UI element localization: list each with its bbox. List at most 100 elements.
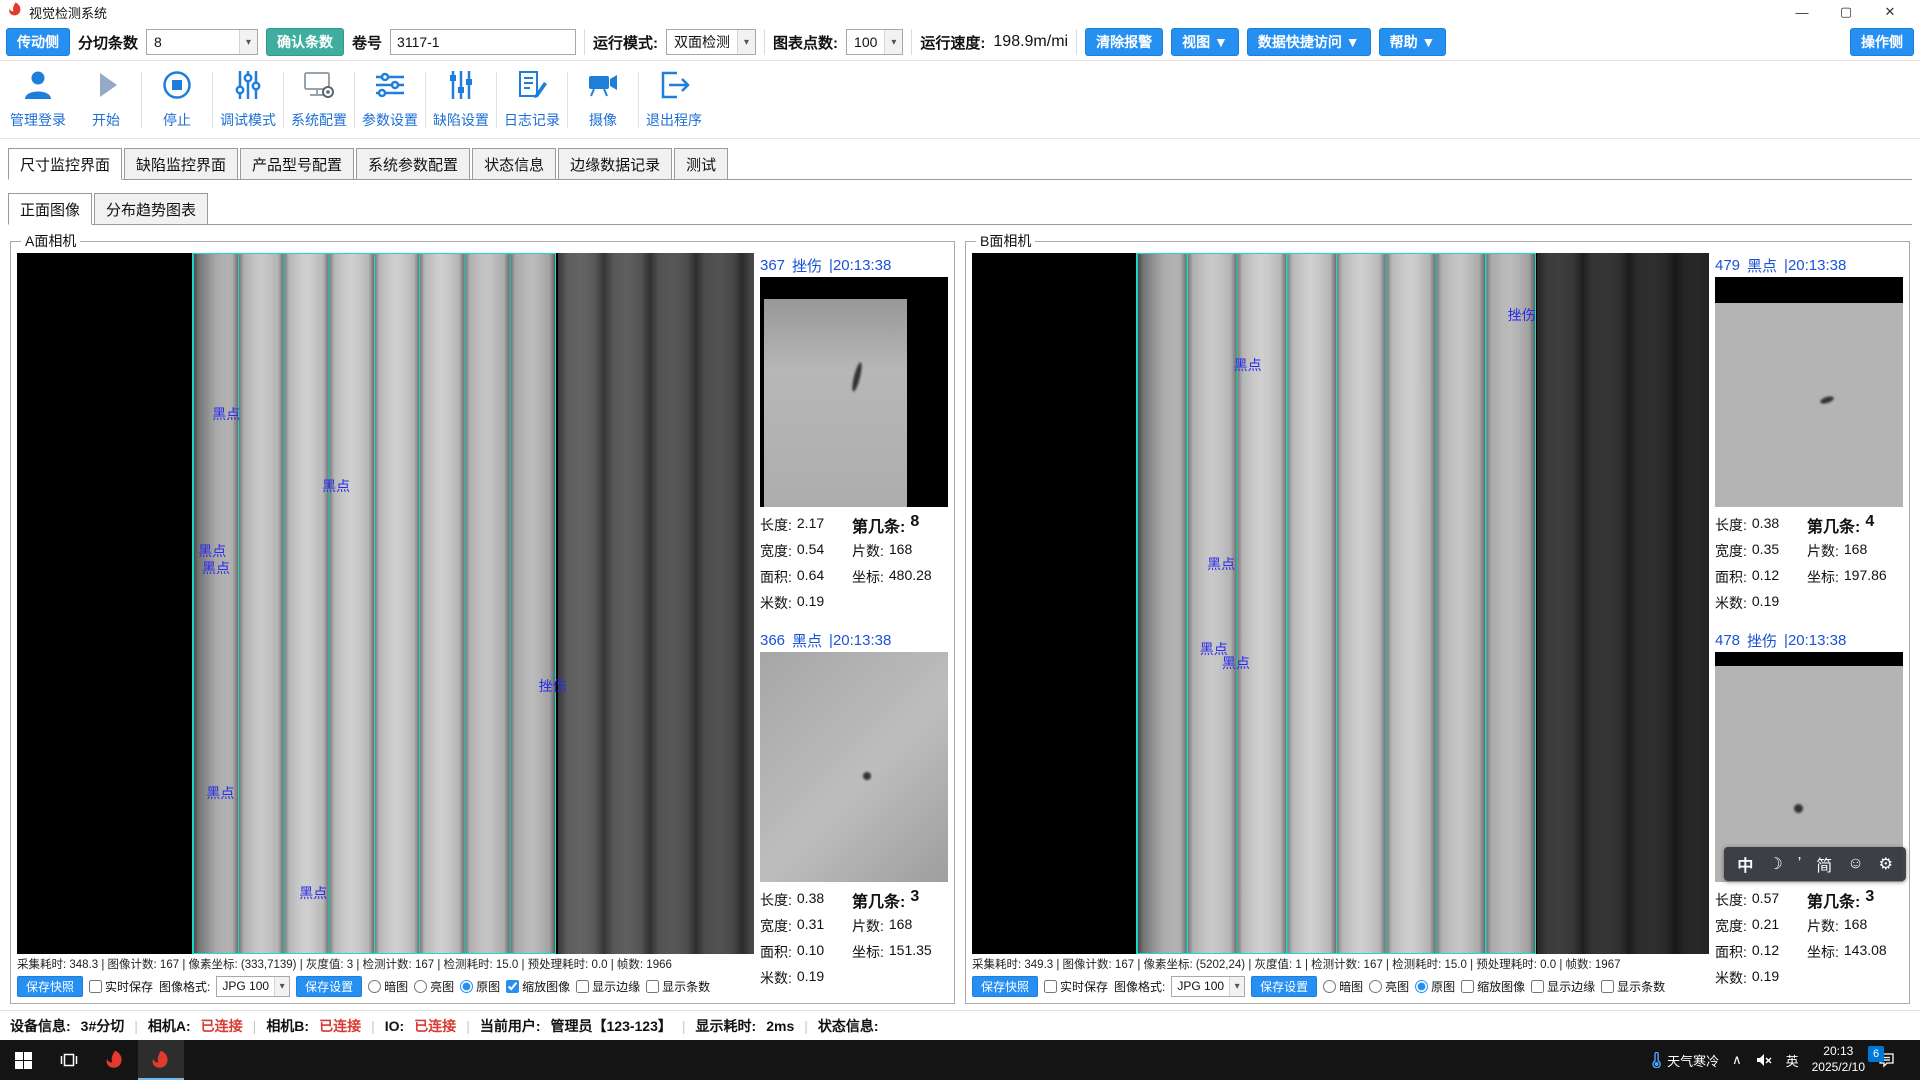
taskbar-app-icon[interactable] bbox=[92, 1040, 138, 1080]
operate-side-button[interactable]: 操作侧 bbox=[1850, 28, 1914, 56]
params-settings-button[interactable]: 参数设置 bbox=[356, 64, 424, 136]
bright-image-radio[interactable]: 亮图 bbox=[414, 978, 454, 995]
show-edge-checkbox[interactable]: 显示边缘 bbox=[576, 978, 640, 995]
ime-simplified-toggle[interactable]: 简 bbox=[1816, 852, 1832, 876]
dark-image-radio[interactable]: 暗图 bbox=[368, 978, 408, 995]
realtime-save-checkbox[interactable]: 实时保存 bbox=[89, 978, 153, 995]
action-center-button[interactable]: 6 bbox=[1878, 1052, 1895, 1068]
defect-card-column-a: 367 挫伤 |20:13:38 长度:2.17 第几条:8 bbox=[760, 253, 948, 999]
save-settings-button[interactable]: 保存设置 bbox=[1251, 976, 1317, 997]
meters-label: 米数: bbox=[760, 968, 792, 988]
ime-night-mode-moon-icon[interactable]: ☽ bbox=[1768, 854, 1782, 874]
run-mode-label: 运行模式: bbox=[593, 32, 658, 53]
ime-toolbar: 中 ☽ ’ 简 ☺ ⚙ bbox=[1724, 847, 1906, 881]
clear-alarm-button[interactable]: 清除报警 bbox=[1085, 28, 1163, 56]
ime-emoji-icon[interactable]: ☺ bbox=[1847, 855, 1863, 873]
clock[interactable]: 20:13 2025/2/10 bbox=[1812, 1044, 1865, 1075]
admin-login-button[interactable]: 管理登录 bbox=[4, 64, 72, 136]
hidden-icons-chevron[interactable]: ∧ bbox=[1732, 1052, 1742, 1068]
subtab-front-image[interactable]: 正面图像 bbox=[8, 193, 92, 225]
confirm-count-button[interactable]: 确认条数 bbox=[266, 28, 344, 56]
tab-edge-data-record[interactable]: 边缘数据记录 bbox=[558, 148, 672, 180]
tab-test[interactable]: 测试 bbox=[674, 148, 728, 180]
weather-item[interactable]: 天气寒冷 bbox=[1649, 1051, 1719, 1070]
save-snapshot-button[interactable]: 保存快照 bbox=[17, 976, 83, 997]
show-edge-checkbox[interactable]: 显示边缘 bbox=[1531, 978, 1595, 995]
bright-image-radio[interactable]: 亮图 bbox=[1369, 978, 1409, 995]
drive-side-button[interactable]: 传动侧 bbox=[6, 28, 70, 56]
ime-chinese-mode[interactable]: 中 bbox=[1737, 852, 1753, 876]
help-menu-button[interactable]: 帮助 ▼ bbox=[1379, 28, 1447, 56]
tab-system-params-config[interactable]: 系统参数配置 bbox=[356, 148, 470, 180]
run-mode-select[interactable]: 双面检测 ▾ bbox=[666, 29, 756, 55]
defect-id: 479 bbox=[1715, 257, 1740, 274]
tab-status-info[interactable]: 状态信息 bbox=[472, 148, 556, 180]
width-value: 0.54 bbox=[797, 541, 824, 561]
save-settings-button[interactable]: 保存设置 bbox=[296, 976, 362, 997]
start-button[interactable]: 开始 bbox=[72, 64, 140, 136]
dark-image-radio[interactable]: 暗图 bbox=[1323, 978, 1363, 995]
ime-settings-gear-icon[interactable]: ⚙ bbox=[1879, 854, 1893, 874]
window-title: 视觉检测系统 bbox=[29, 3, 107, 22]
width-label: 宽度: bbox=[760, 916, 792, 936]
show-count-checkbox[interactable]: 显示条数 bbox=[1601, 978, 1665, 995]
view-menu-button[interactable]: 视图 ▼ bbox=[1171, 28, 1239, 56]
chart-points-select[interactable]: 100 ▾ bbox=[846, 29, 903, 55]
realtime-save-checkbox[interactable]: 实时保存 bbox=[1044, 978, 1108, 995]
tab-size-monitor[interactable]: 尺寸监控界面 bbox=[8, 148, 122, 180]
defect-settings-button[interactable]: 缺陷设置 bbox=[427, 64, 495, 136]
zoom-image-checkbox[interactable]: 缩放图像 bbox=[1461, 978, 1525, 995]
area-label: 面积: bbox=[760, 567, 792, 587]
show-count-checkbox[interactable]: 显示条数 bbox=[646, 978, 710, 995]
camera-view-b[interactable]: 挫伤 黑点 黑点 黑点 黑点 bbox=[972, 253, 1709, 954]
device-info-value: 3#分切 bbox=[81, 1016, 125, 1036]
image-format-select[interactable]: JPG 100 ▾ bbox=[216, 976, 290, 997]
taskbar-app-icon-active[interactable] bbox=[138, 1040, 184, 1080]
toolbar-divider bbox=[283, 72, 284, 128]
minimize-button[interactable]: — bbox=[1780, 0, 1824, 24]
pieces-label: 片数: bbox=[852, 541, 884, 561]
realtime-save-input[interactable] bbox=[89, 980, 102, 993]
zoom-image-checkbox[interactable]: 缩放图像 bbox=[506, 978, 570, 995]
stop-button[interactable]: 停止 bbox=[143, 64, 211, 136]
camera-controls-a: 保存快照 实时保存 图像格式: JPG 100 ▾ 保存设置 bbox=[17, 973, 754, 999]
defect-type: 黑点 bbox=[1747, 255, 1777, 276]
ime-language-indicator[interactable]: 英 bbox=[1786, 1051, 1799, 1070]
exit-program-button[interactable]: 退出程序 bbox=[640, 64, 708, 136]
defect-card[interactable]: 366 黑点 |20:13:38 长度:0.38 第几条:3 bbox=[760, 628, 948, 991]
maximize-button[interactable]: ▢ bbox=[1824, 0, 1868, 24]
current-user-label: 当前用户: bbox=[480, 1016, 541, 1036]
task-view-button[interactable] bbox=[46, 1040, 92, 1080]
system-config-button[interactable]: 系统配置 bbox=[285, 64, 353, 136]
camera-a-status: 已连接 bbox=[201, 1016, 243, 1036]
app-window: 视觉检测系统 — ▢ ✕ 传动侧 分切条数 8 ▾ 确认条数 卷号 运行模式: … bbox=[0, 0, 1920, 1080]
save-snapshot-button[interactable]: 保存快照 bbox=[972, 976, 1038, 997]
defect-annotation: 黑点 bbox=[212, 404, 240, 424]
original-image-radio[interactable]: 原图 bbox=[1415, 978, 1455, 995]
original-image-radio[interactable]: 原图 bbox=[460, 978, 500, 995]
tab-defect-monitor[interactable]: 缺陷监控界面 bbox=[124, 148, 238, 180]
tab-product-model-config[interactable]: 产品型号配置 bbox=[240, 148, 354, 180]
camera-view-a[interactable]: 黑点 黑点 黑点 黑点 挫伤 黑点 黑点 bbox=[17, 253, 754, 954]
roll-number-input[interactable] bbox=[390, 29, 576, 55]
run-speed-label: 运行速度: bbox=[920, 32, 985, 53]
title-bar: 视觉检测系统 — ▢ ✕ bbox=[0, 0, 1920, 24]
meters-label: 米数: bbox=[1715, 968, 1747, 988]
coord-label: 坐标: bbox=[1807, 567, 1839, 587]
defect-card[interactable]: 479 黑点 |20:13:38 长度:0.38 第几条:4 bbox=[1715, 253, 1903, 616]
volume-button[interactable] bbox=[1755, 1052, 1773, 1068]
defect-card[interactable]: 478 挫伤 |20:13:38 长度:0.57 第几条:3 bbox=[1715, 628, 1903, 991]
log-record-button[interactable]: 日志记录 bbox=[498, 64, 566, 136]
ime-punctuation-toggle[interactable]: ’ bbox=[1798, 855, 1802, 873]
defect-card-header: 366 黑点 |20:13:38 bbox=[760, 628, 948, 652]
debug-mode-button[interactable]: 调试模式 bbox=[214, 64, 282, 136]
user-icon bbox=[21, 69, 55, 106]
image-format-select[interactable]: JPG 100 ▾ bbox=[1171, 976, 1245, 997]
start-button[interactable] bbox=[0, 1040, 46, 1080]
close-button[interactable]: ✕ bbox=[1868, 0, 1912, 24]
split-count-select[interactable]: 8 ▾ bbox=[146, 29, 258, 55]
capture-button[interactable]: 摄像 bbox=[569, 64, 637, 136]
subtab-trend-chart[interactable]: 分布趋势图表 bbox=[94, 193, 208, 225]
data-quick-access-menu-button[interactable]: 数据快捷访问 ▼ bbox=[1247, 28, 1371, 56]
defect-card[interactable]: 367 挫伤 |20:13:38 长度:2.17 第几条:8 bbox=[760, 253, 948, 616]
